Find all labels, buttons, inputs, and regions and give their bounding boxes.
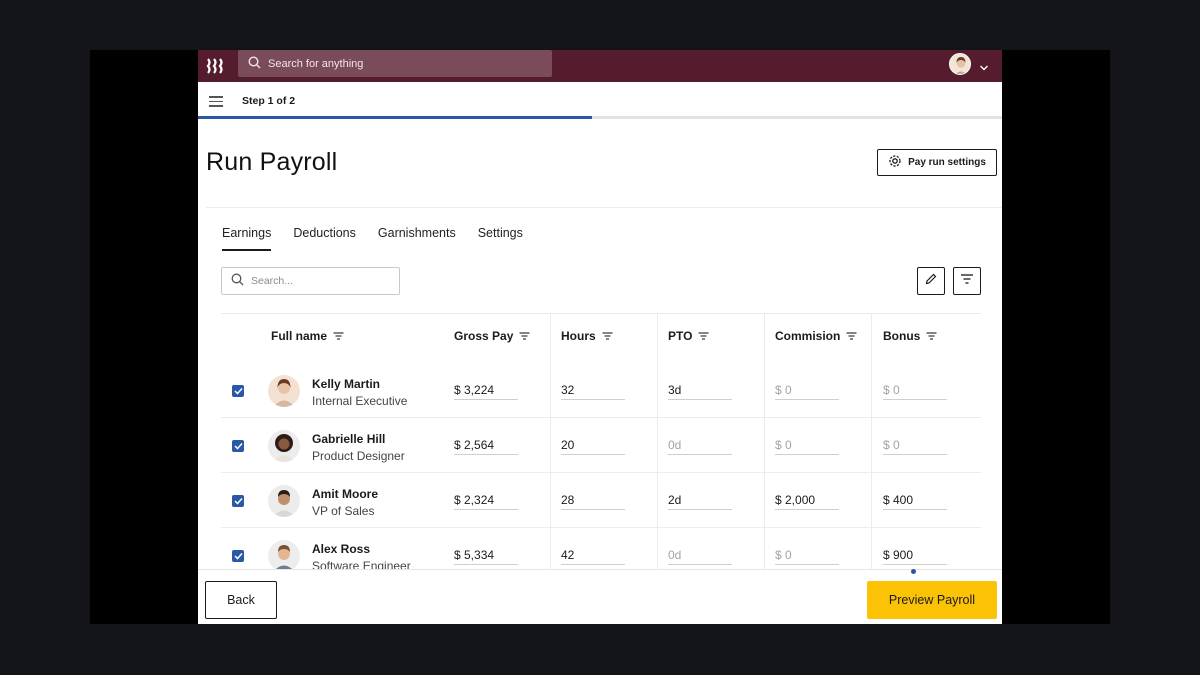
rippling-logo-icon[interactable]	[206, 56, 226, 76]
check-icon	[233, 382, 243, 400]
screen-backdrop: Search for anything Step 1 of 2 Run Payr…	[90, 50, 1110, 624]
table-row[interactable]: Kelly Martin Internal Executive $ 3,224 …	[221, 363, 981, 418]
payroll-tabs: Earnings Deductions Garnishments Setting…	[222, 226, 545, 251]
sort-icon	[692, 329, 709, 343]
check-icon	[233, 492, 243, 510]
employee-role: Internal Executive	[312, 394, 408, 408]
bonus-input[interactable]: $ 0	[883, 437, 947, 455]
filter-button[interactable]	[953, 267, 981, 295]
hours-input[interactable]: 32	[561, 382, 625, 400]
column-header-label: Full name	[271, 329, 328, 343]
search-icon	[231, 273, 251, 289]
search-icon	[248, 55, 268, 72]
preview-payroll-button[interactable]: Preview Payroll	[867, 581, 997, 619]
commission-input[interactable]: $ 0	[775, 382, 839, 400]
row-checkbox[interactable]	[232, 440, 244, 452]
column-header-bonus[interactable]: Bonus	[883, 329, 937, 343]
progress-fill	[198, 116, 592, 119]
gross-pay-input[interactable]: $ 2,564	[454, 437, 518, 455]
table-search-placeholder: Search...	[251, 275, 294, 287]
row-checkbox[interactable]	[232, 385, 244, 397]
commission-input[interactable]: $ 2,000	[775, 492, 839, 510]
column-header-pto[interactable]: PTO	[668, 329, 709, 343]
employee-name: Amit Moore	[312, 487, 378, 501]
hours-input[interactable]: 42	[561, 547, 625, 565]
cursor-indicator	[911, 569, 916, 574]
filter-icon	[960, 272, 974, 290]
tab-deductions[interactable]: Deductions	[293, 226, 356, 251]
step-indicator: Step 1 of 2	[242, 95, 296, 107]
sort-icon	[840, 329, 857, 343]
tab-earnings[interactable]: Earnings	[222, 226, 272, 251]
column-header-full-name[interactable]: Full name	[271, 329, 344, 343]
column-header-label: Commision	[775, 329, 841, 343]
table-header: Full name Gross Pay Hours PTO Commision …	[221, 313, 981, 363]
bonus-input[interactable]: $ 400	[883, 492, 947, 510]
column-header-label: Bonus	[883, 329, 921, 343]
step-progress-bar: Step 1 of 2	[198, 82, 1002, 119]
column-header-commission[interactable]: Commision	[775, 329, 857, 343]
avatar	[268, 375, 300, 407]
page-title: Run Payroll	[206, 148, 338, 176]
action-footer: Back Preview Payroll	[198, 569, 1002, 624]
gross-pay-input[interactable]: $ 2,324	[454, 492, 518, 510]
header-divider	[206, 207, 1002, 208]
user-avatar[interactable]	[949, 53, 971, 75]
column-header-hours[interactable]: Hours	[561, 329, 613, 343]
hours-input[interactable]: 28	[561, 492, 625, 510]
earnings-table: Full name Gross Pay Hours PTO Commision …	[221, 313, 981, 583]
gear-icon	[888, 154, 908, 171]
commission-input[interactable]: $ 0	[775, 437, 839, 455]
column-header-label: Gross Pay	[454, 329, 514, 343]
gross-pay-input[interactable]: $ 3,224	[454, 382, 518, 400]
tab-settings[interactable]: Settings	[478, 226, 523, 251]
check-icon	[233, 437, 243, 455]
employee-role: VP of Sales	[312, 504, 375, 518]
sort-icon	[327, 329, 344, 343]
pto-input[interactable]: 3d	[668, 382, 732, 400]
sort-icon	[513, 329, 530, 343]
hours-input[interactable]: 20	[561, 437, 625, 455]
pay-run-settings-label: Pay run settings	[908, 157, 986, 168]
table-row[interactable]: Gabrielle Hill Product Designer $ 2,564 …	[221, 418, 981, 473]
chevron-down-icon[interactable]	[979, 59, 989, 77]
pencil-icon	[924, 272, 938, 291]
pto-input[interactable]: 0d	[668, 437, 732, 455]
global-search-input[interactable]: Search for anything	[238, 50, 552, 77]
check-icon	[233, 547, 243, 565]
edit-button[interactable]	[917, 267, 945, 295]
table-row[interactable]: Amit Moore VP of Sales $ 2,324 28 2d $ 2…	[221, 473, 981, 528]
sort-icon	[596, 329, 613, 343]
top-navigation-bar: Search for anything	[198, 50, 1002, 82]
employee-name: Kelly Martin	[312, 377, 381, 391]
sort-icon	[920, 329, 937, 343]
gross-pay-input[interactable]: $ 5,334	[454, 547, 518, 565]
global-search-placeholder: Search for anything	[268, 57, 364, 70]
employee-name: Gabrielle Hill	[312, 432, 386, 446]
column-header-label: Hours	[561, 329, 596, 343]
avatar	[268, 485, 300, 517]
avatar	[268, 540, 300, 572]
pto-input[interactable]: 2d	[668, 492, 732, 510]
payroll-app: Search for anything Step 1 of 2 Run Payr…	[198, 50, 1002, 624]
employee-role: Product Designer	[312, 449, 405, 463]
table-search-input[interactable]: Search...	[221, 267, 400, 295]
pay-run-settings-button[interactable]: Pay run settings	[877, 149, 997, 176]
bonus-input[interactable]: $ 900	[883, 547, 947, 565]
tab-garnishments[interactable]: Garnishments	[378, 226, 456, 251]
row-checkbox[interactable]	[232, 550, 244, 562]
back-button[interactable]: Back	[205, 581, 277, 619]
row-checkbox[interactable]	[232, 495, 244, 507]
avatar	[268, 430, 300, 462]
pto-input[interactable]: 0d	[668, 547, 732, 565]
commission-input[interactable]: $ 0	[775, 547, 839, 565]
column-header-gross-pay[interactable]: Gross Pay	[454, 329, 530, 343]
employee-name: Alex Ross	[312, 542, 371, 556]
bonus-input[interactable]: $ 0	[883, 382, 947, 400]
hamburger-menu-icon[interactable]	[209, 96, 223, 110]
column-header-label: PTO	[668, 329, 693, 343]
